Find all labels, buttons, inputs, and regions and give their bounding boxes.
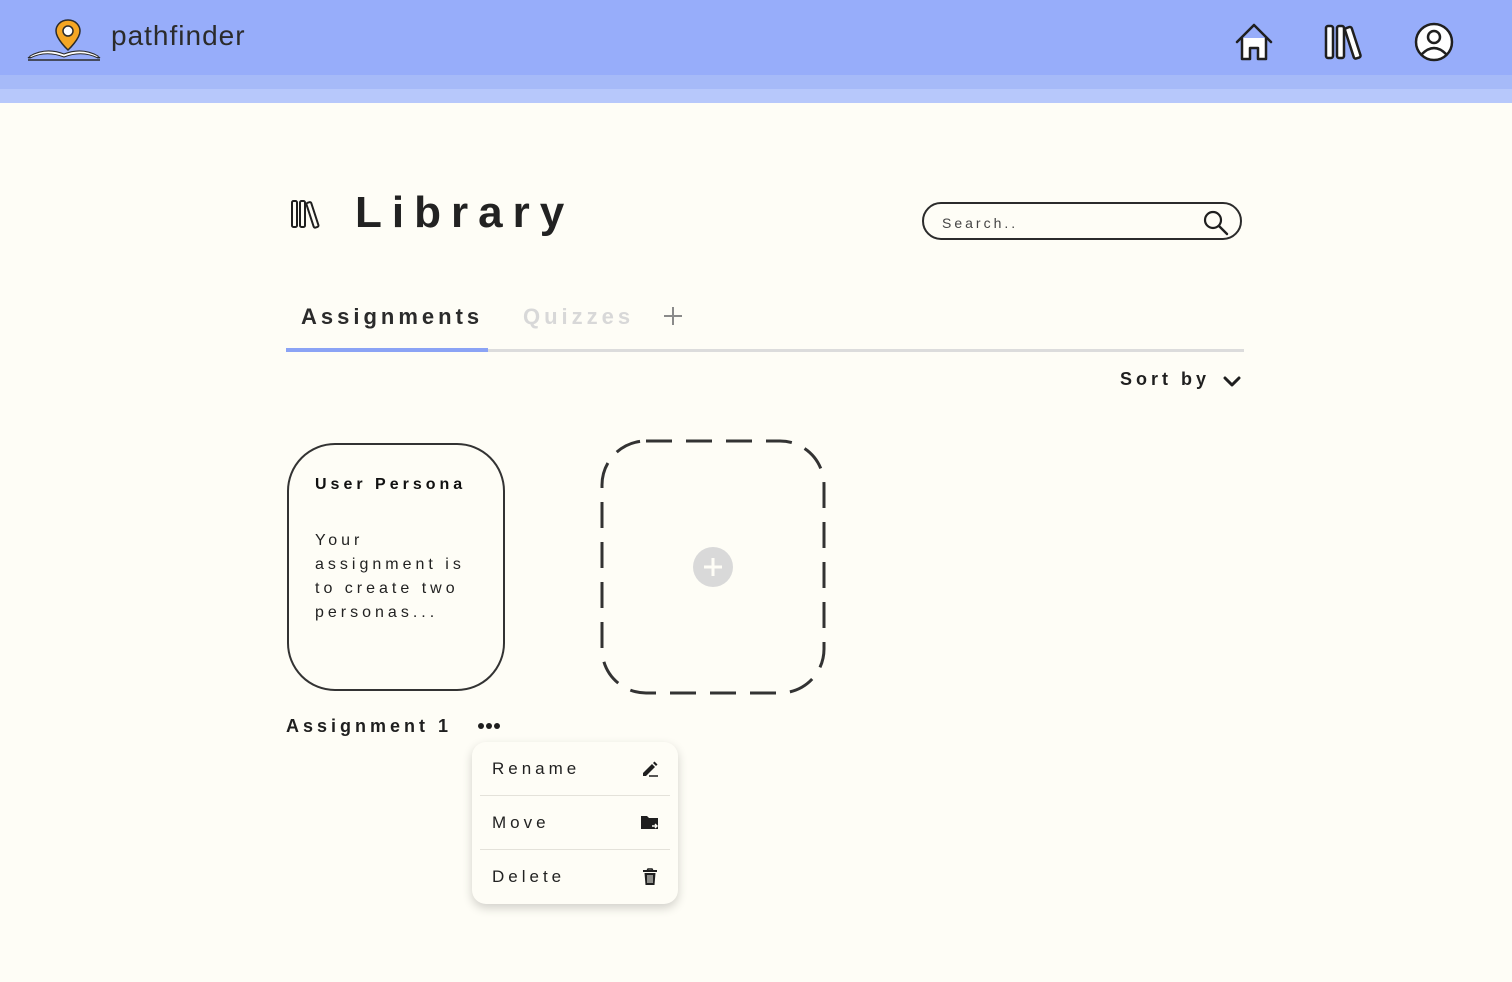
- context-menu: Rename Move Delete: [472, 742, 678, 904]
- add-tab-plus-icon[interactable]: [660, 303, 686, 329]
- home-icon[interactable]: [1232, 20, 1276, 64]
- edit-icon: [643, 761, 658, 777]
- brand-name: pathfinder: [111, 20, 246, 51]
- card-description: Your assignment is to create two persona…: [315, 532, 465, 621]
- card-title: User Persona: [315, 476, 467, 493]
- more-options-icon[interactable]: [476, 716, 504, 736]
- search-icon[interactable]: [1202, 209, 1230, 237]
- library-icon: [291, 200, 320, 229]
- library-icon[interactable]: [1322, 20, 1366, 64]
- page-title: Library: [355, 188, 575, 237]
- tab-assignments[interactable]: Assignments: [301, 304, 483, 330]
- pathfinder-logo-icon[interactable]: [24, 18, 104, 62]
- trash-icon: [643, 868, 657, 885]
- folder-move-icon: [641, 816, 658, 829]
- menu-item-move[interactable]: Move: [480, 796, 670, 850]
- active-tab-indicator: [286, 348, 488, 352]
- assignment-card[interactable]: User Persona Your assignment is to creat…: [287, 443, 505, 691]
- menu-item-label: Move: [492, 813, 550, 832]
- assignment-card-label: Assignment 1: [286, 716, 453, 736]
- search-bar: [922, 202, 1242, 240]
- tab-quizzes[interactable]: Quizzes: [523, 304, 634, 330]
- chevron-down-icon[interactable]: [1222, 372, 1242, 390]
- menu-item-rename[interactable]: Rename: [480, 742, 670, 796]
- new-assignment-card[interactable]: [600, 439, 826, 695]
- header-divider-light: [0, 89, 1512, 103]
- menu-item-delete[interactable]: Delete: [480, 850, 670, 904]
- sort-by-button[interactable]: Sort by: [1120, 369, 1210, 390]
- menu-item-label: Delete: [492, 867, 566, 886]
- menu-item-label: Rename: [492, 759, 581, 778]
- header-divider: [0, 75, 1512, 89]
- profile-icon[interactable]: [1412, 20, 1456, 64]
- search-input[interactable]: [940, 212, 1194, 234]
